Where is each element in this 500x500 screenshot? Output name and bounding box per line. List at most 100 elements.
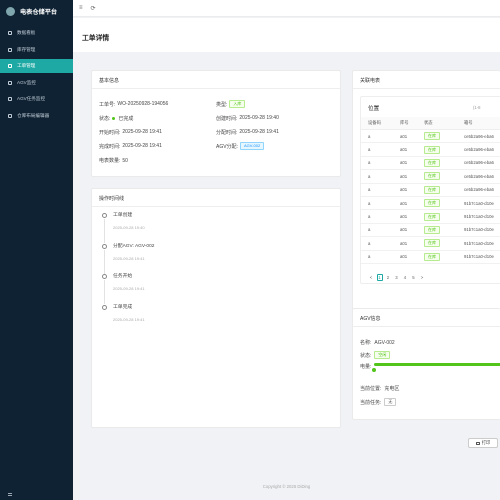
brand: 电表仓储平台 — [0, 0, 73, 22]
table-row[interactable]: a a01 在库 ce5b2a96-eba6 — [361, 143, 500, 157]
table-row[interactable]: a a01 在库 ce5b2a96-eba6 — [361, 157, 500, 171]
timeline-time: 2025-09-28 19:41 — [113, 316, 145, 322]
timeline-item: 工单完成 2025-09-28 19:41 — [102, 304, 333, 336]
sidebar-item-agv-monitor[interactable]: AGV监控 — [0, 76, 73, 90]
main-content: 基本信息 工单号: WO-20250928-194056 类型: 入库 状态: 已完成… — [73, 52, 500, 500]
table-row[interactable]: a a01 在库 91b7c1a0-d10e — [361, 197, 500, 211]
page-button[interactable]: 4 — [402, 274, 408, 281]
timeline-item: 工单创建 2025-09-28 19:40 — [102, 213, 333, 244]
workorder-icon — [8, 64, 12, 68]
print-button[interactable]: 打印 — [468, 438, 498, 448]
finish-time: 完成时间: 2025-09-28 19:41 — [99, 143, 162, 150]
timeline-connector — [104, 219, 105, 243]
page-button[interactable]: 3 — [394, 274, 400, 281]
menu-toggle-icon[interactable]: ≡ — [79, 5, 83, 11]
battery-bar — [374, 363, 500, 366]
panel-title: 位置 — [368, 106, 380, 112]
page-button[interactable]: 1 — [376, 274, 383, 281]
sidebar-item-layout-editor[interactable]: 仓库布局编辑器 — [0, 109, 73, 123]
timeline-item: 任务开始 2025-09-28 19:41 — [102, 274, 333, 305]
order-type: 类型: 入库 — [216, 100, 333, 108]
sidebar-menu: 数据看板 库存管理 工单管理 AGV监控 AGV任务监控 仓库布局编辑器 — [0, 26, 73, 123]
timeline-time: 2025-09-28 19:41 — [113, 255, 145, 261]
sidebar-item-dashboard[interactable]: 数据看板 — [0, 26, 73, 40]
sidebar-item-agv-tasks[interactable]: AGV任务监控 — [0, 92, 73, 106]
card-title: 关联电表 — [353, 71, 500, 89]
timeline-card: 操作时间线 工单创建 2025-09-28 19:40 分配AGV: AGV-0… — [91, 188, 341, 428]
agv-task: 当前任务: 无 — [360, 398, 397, 406]
card-title: 操作时间线 — [92, 189, 340, 207]
type-badge: 入库 — [229, 100, 246, 108]
status-badge: 在库 — [424, 239, 440, 248]
agv-info-card: AGV信息 名称: AGV-002 状态: 空闲 电量: 当前位置: 充电区 当前任务… — [352, 308, 500, 420]
table-row[interactable]: a a01 在库 ce5b2a96-eba6 — [361, 130, 500, 144]
timeline-title: 工单创建 — [113, 213, 133, 218]
order-status: 状态: 已完成 — [99, 115, 134, 122]
card-title: 基本信息 — [92, 71, 340, 89]
table-row[interactable]: a a01 在库 ce5b2a96-eba6 — [361, 170, 500, 184]
pagination: < 1 2 3 4 5 > — [368, 274, 425, 281]
sidebar-item-inventory[interactable]: 库存管理 — [0, 43, 73, 57]
meters-card: 关联电表 位置 (1-8 设备码 库号 状态 箱号 a a01 在库 ce5b2a96… — [352, 70, 500, 345]
page-title: 工单详情 — [82, 35, 110, 42]
agv-position: 当前位置: 充电区 — [360, 386, 400, 392]
sidebar-item-label: 工单管理 — [17, 63, 36, 68]
timeline-node-icon — [102, 304, 107, 310]
panel-extra: (1-8 — [473, 105, 481, 110]
sidebar-item-workorders[interactable]: 工单管理 — [0, 59, 73, 73]
timeline-time: 2025-09-28 19:40 — [113, 225, 145, 230]
status-badge: 在库 — [424, 158, 440, 167]
agv-battery: 电量: — [360, 364, 372, 370]
assign-time: 分配时间: 2025-09-28 19:41 — [216, 129, 279, 136]
timeline-node-icon — [102, 213, 107, 218]
timeline-title: 任务开始 — [113, 274, 133, 279]
task-badge: 无 — [384, 398, 397, 406]
prev-page-button[interactable]: < — [368, 274, 374, 281]
table-body: a a01 在库 ce5b2a96-eba6 a a01 在库 ce5b2a96-eba6 … — [361, 130, 500, 264]
meters-table-panel: 位置 (1-8 设备码 库号 状态 箱号 a a01 在库 ce5b2a96-eba6… — [360, 96, 500, 284]
page-header: 工单详情 — [73, 18, 500, 52]
status-badge: 在库 — [424, 185, 440, 194]
status-badge: 在库 — [424, 212, 440, 221]
timeline-node-icon — [102, 243, 107, 249]
page-button[interactable]: 5 — [411, 274, 417, 281]
sidebar-item-label: 数据看板 — [17, 30, 36, 35]
timeline-node-icon — [102, 274, 107, 279]
agv-assigned: AGV分配: AGV-002 — [216, 142, 333, 151]
table-row[interactable]: a a01 在库 91b7c1a0-d10e — [361, 237, 500, 251]
status-dot-icon — [112, 116, 116, 120]
logo-icon — [6, 6, 15, 16]
card-title: AGV信息 — [353, 309, 500, 327]
basic-info-card: 基本信息 工单号: WO-20250928-194056 类型: 入库 状态: 已完成… — [91, 70, 341, 177]
inventory-icon — [8, 47, 12, 52]
timeline-connector — [104, 249, 105, 274]
footer: Copyright © 2025 DiDing — [262, 484, 311, 489]
created-time: 创建时间: 2025-09-28 19:40 — [216, 115, 279, 122]
print-label: 打印 — [481, 440, 491, 445]
start-time: 开始时间: 2025-09-28 19:41 — [99, 129, 162, 136]
battery-indicator-icon — [372, 368, 376, 372]
table-row[interactable]: a a01 在库 91b7c1a0-d10e — [361, 224, 500, 238]
table-row[interactable]: a a01 在库 91b7c1a0-d10e — [361, 251, 500, 264]
dashboard-icon — [8, 31, 12, 35]
table-row[interactable]: a a01 在库 ce5b2a96-eba6 — [361, 184, 500, 197]
collapse-icon[interactable] — [8, 493, 12, 496]
agv-badge[interactable]: AGV-002 — [239, 142, 265, 151]
table-row[interactable]: a a01 在库 91b7c1a0-d10e — [361, 210, 500, 224]
refresh-icon[interactable]: ⟳ — [91, 5, 96, 12]
table-header: 设备码 库号 状态 箱号 — [361, 117, 500, 130]
sidebar-item-label: 仓库布局编辑器 — [17, 112, 50, 118]
status-badge: 在库 — [424, 132, 440, 141]
page-button[interactable]: 2 — [385, 274, 391, 281]
sidebar-item-label: AGV监控 — [17, 79, 36, 85]
timeline-time: 2025-09-28 19:41 — [113, 286, 145, 291]
timeline-item: 分配AGV: AGV-002 2025-09-28 19:41 — [102, 243, 333, 275]
next-page-button[interactable]: > — [419, 274, 425, 281]
meter-qty: 电表数量: 50 — [99, 157, 128, 165]
status-badge: 空闲 — [374, 351, 391, 359]
status-badge: 在库 — [424, 252, 440, 261]
task-icon — [8, 97, 12, 101]
agv-name: 名称: AGV-002 — [360, 339, 395, 347]
agv-icon — [8, 80, 12, 85]
topbar: ≡ ⟳ — [73, 0, 500, 17]
